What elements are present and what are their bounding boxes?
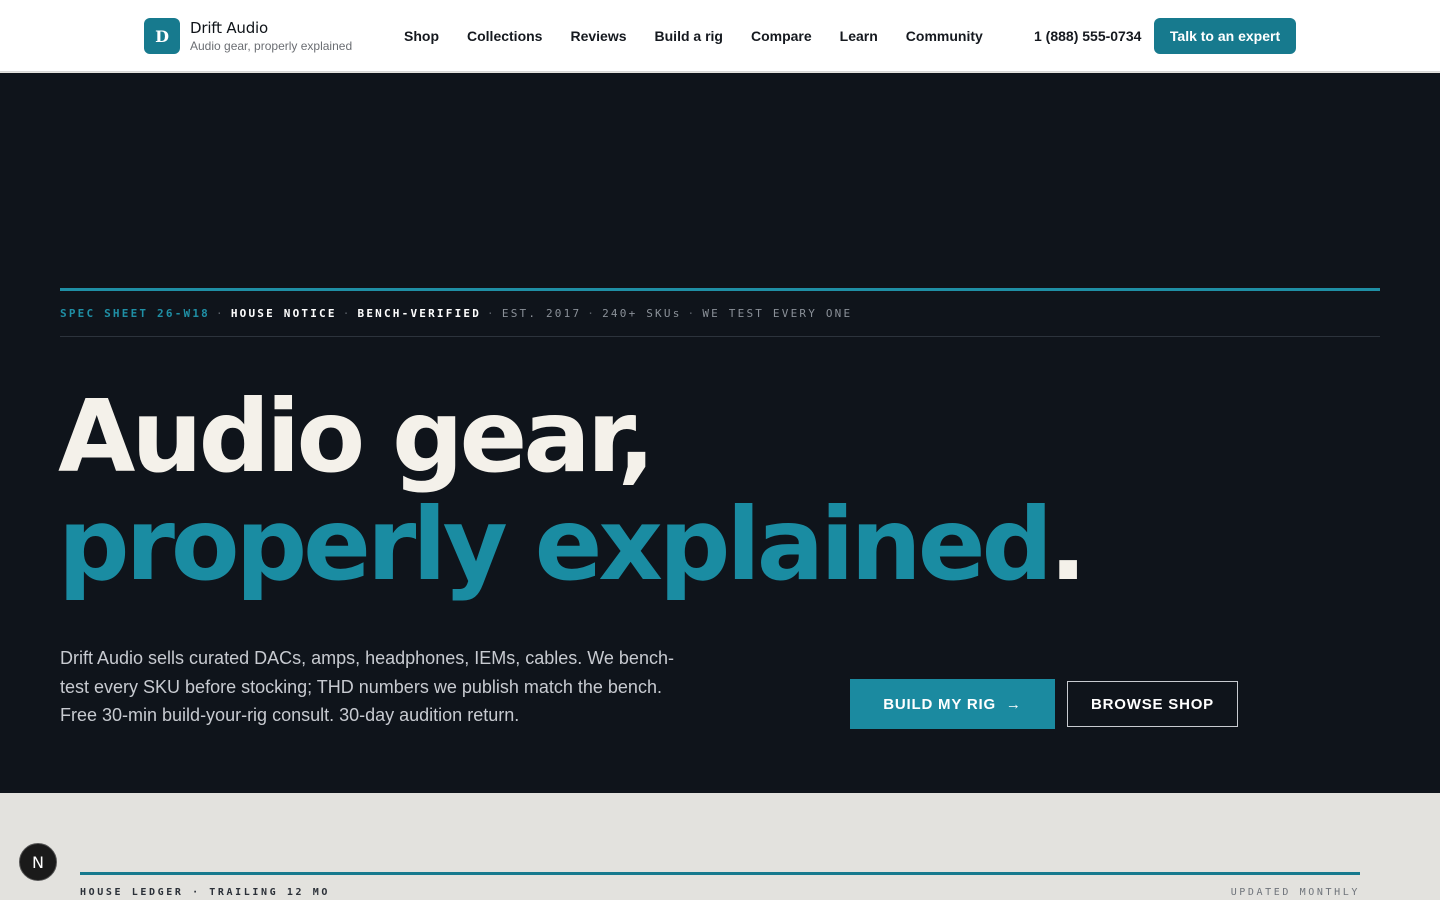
arrow-right-icon: → (1005, 695, 1022, 713)
nav-item-learn[interactable]: Learn (826, 0, 892, 72)
brand-logo-icon[interactable]: D (144, 18, 180, 54)
nav-item-collections[interactable]: Collections (453, 0, 556, 72)
hero-section: SPEC SHEET 26-W18 · HOUSE NOTICE · BENCH-VER… (0, 73, 1440, 793)
main-nav: Shop Collections Reviews Build a rig Com… (390, 0, 997, 72)
notice-house: HOUSE NOTICE (230, 307, 337, 320)
notice-separator: · (215, 307, 225, 320)
brand-name[interactable]: Drift Audio (190, 19, 352, 37)
notice-separator: · (687, 307, 697, 320)
ledger-rule (80, 872, 1360, 875)
hero-headline-line-2: properly explained. (58, 486, 1087, 603)
nav-item-compare[interactable]: Compare (737, 0, 826, 72)
nav-item-build-a-rig[interactable]: Build a rig (641, 0, 737, 72)
nav-item-community[interactable]: Community (892, 0, 997, 72)
nav-item-shop[interactable]: Shop (390, 0, 453, 72)
notice-established: EST. 2017 (501, 307, 582, 320)
brand[interactable]: D Drift Audio Audio gear, properly expla… (144, 18, 352, 54)
site-header: D Drift Audio Audio gear, properly expla… (0, 0, 1440, 72)
hero-lede: Drift Audio sells curated DACs, amps, he… (60, 648, 674, 725)
ledger-updated: UPDATED MONTHLY (1230, 887, 1360, 898)
brand-tagline: Audio gear, properly explained (190, 38, 353, 53)
ledger-title: HOUSE LEDGER · TRAILING 12 MO (80, 887, 330, 898)
notice-separator: · (487, 307, 496, 320)
house-notice-strip: SPEC SHEET 26-W18 · HOUSE NOTICE · BENCH-VER… (60, 307, 852, 320)
notice-sku-count: 240+ SKUs (602, 307, 682, 320)
build-my-rig-label: BUILD MY RIG (883, 695, 996, 713)
notice-separator: · (587, 307, 597, 320)
notice-spec-sheet: SPEC SHEET 26-W18 (60, 307, 210, 320)
nav-item-reviews[interactable]: Reviews (556, 0, 640, 72)
headline-teal-text: properly explained (58, 486, 1053, 603)
notice-bench-verified: BENCH-VERIFIED (357, 307, 482, 320)
notice-testing: WE TEST EVERY ONE (702, 307, 853, 320)
hero-headline-line-1: Audio gear, (58, 378, 655, 495)
build-my-rig-button[interactable]: BUILD MY RIG → (850, 679, 1055, 729)
phone-link[interactable]: 1 (888) 555-0734 (1034, 0, 1141, 72)
talk-to-expert-button[interactable]: Talk to an expert (1154, 18, 1296, 54)
headline-period: . (1049, 486, 1087, 603)
floating-n-badge-icon[interactable]: N (19, 843, 57, 881)
browse-shop-button[interactable]: BROWSE SHOP (1067, 681, 1238, 727)
brand-text: Drift Audio Audio gear, properly explain… (190, 19, 352, 54)
hero-top-rule (60, 288, 1380, 291)
hero-sub-rule (60, 336, 1380, 337)
notice-separator: · (342, 307, 352, 320)
